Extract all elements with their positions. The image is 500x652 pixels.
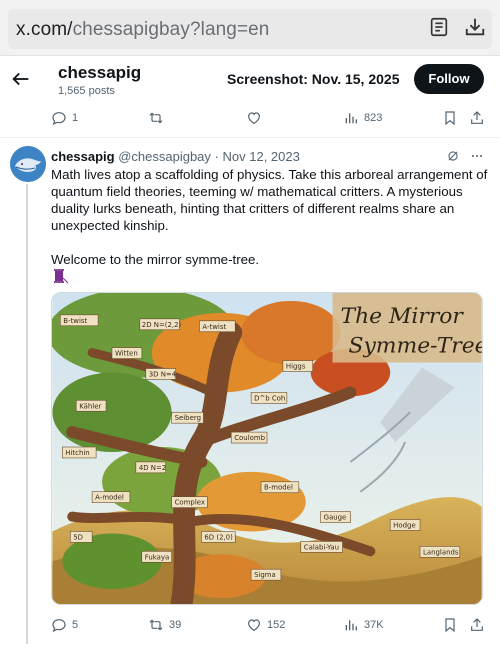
bookmark-icon bbox=[445, 618, 455, 633]
art-label-8: A-model bbox=[95, 494, 124, 502]
art-label-5: 4D N=2 bbox=[139, 464, 166, 472]
art-label-11: Higgs bbox=[286, 363, 306, 371]
download-icon[interactable] bbox=[464, 16, 486, 38]
art-label-10: Coulomb bbox=[234, 434, 265, 442]
author-name[interactable]: chessapig bbox=[51, 149, 115, 164]
share-button[interactable] bbox=[469, 110, 490, 126]
art-label-7: 6D (2,0) bbox=[204, 533, 233, 541]
url-text[interactable]: x.com/chessapigbay?lang=en bbox=[16, 19, 269, 41]
share-icon bbox=[471, 618, 483, 631]
views-count: 823 bbox=[364, 112, 383, 124]
tweet-header: chessapig @chessapigbay · Nov 12, 2023 bbox=[51, 149, 300, 164]
tweet-text: Math lives atop a scaffolding of physics… bbox=[51, 167, 488, 233]
grok-icon[interactable] bbox=[446, 149, 460, 163]
profile-name: chessapig bbox=[58, 63, 142, 82]
views-chart-icon bbox=[345, 620, 357, 631]
art-label-2: A-twist bbox=[202, 323, 226, 331]
profile-header: chessapig 1,565 posts Screenshot: Nov. 1… bbox=[0, 58, 500, 104]
url-domain: x.com/ bbox=[16, 19, 73, 40]
avatar[interactable] bbox=[10, 146, 46, 182]
art-label-13: Complex bbox=[175, 499, 205, 507]
art-label-9: B-model bbox=[264, 484, 293, 492]
thread-spool-emoji bbox=[54, 269, 69, 284]
art-label-4: 3D N=4 bbox=[149, 370, 177, 378]
art-label-16: Fukaya bbox=[145, 553, 170, 561]
retweet-button[interactable]: 39 bbox=[148, 617, 181, 633]
like-count: 152 bbox=[267, 619, 286, 631]
like-button[interactable]: 152 bbox=[246, 617, 285, 633]
art-label-12: Kähler bbox=[79, 402, 101, 410]
art-label-20: Seiberg bbox=[175, 414, 201, 422]
bookmark-icon bbox=[445, 111, 455, 126]
views-button[interactable]: 823 bbox=[343, 110, 382, 126]
art-label-17: D^b Coh bbox=[254, 394, 285, 402]
meta-separator: · bbox=[214, 149, 219, 164]
reply-count: 5 bbox=[72, 619, 79, 631]
art-label-3: 2D N=(2,2) bbox=[142, 321, 182, 329]
url-path: chessapigbay?lang=en bbox=[72, 19, 270, 40]
art-title-line1: The Mirror bbox=[341, 304, 465, 329]
reply-button[interactable]: 1 bbox=[51, 110, 78, 126]
art-label-1: B-twist bbox=[63, 317, 87, 325]
whale-avatar-icon bbox=[10, 146, 46, 182]
thread-connector-line bbox=[26, 184, 28, 644]
address-field[interactable]: x.com/chessapigbay?lang=en bbox=[8, 9, 492, 49]
like-button[interactable] bbox=[246, 110, 267, 126]
reply-button[interactable]: 5 bbox=[51, 617, 78, 633]
follow-button[interactable]: Follow bbox=[414, 64, 484, 94]
views-button[interactable]: 37K bbox=[343, 617, 384, 633]
tweet-text-second: Welcome to the mirror symme-tree. bbox=[51, 252, 260, 267]
screenshot-stamp: Screenshot: Nov. 15, 2025 bbox=[227, 71, 400, 87]
reply-icon bbox=[52, 112, 66, 126]
tweet-date[interactable]: Nov 12, 2023 bbox=[223, 149, 300, 164]
bookmark-button[interactable] bbox=[442, 617, 463, 633]
art-label-21: Witten bbox=[115, 350, 138, 358]
author-handle[interactable]: @chessapigbay bbox=[118, 149, 211, 164]
retweet-icon bbox=[149, 112, 163, 124]
bookmark-button[interactable] bbox=[442, 110, 463, 126]
share-icon bbox=[471, 111, 483, 124]
tweet-image[interactable]: B-twist A-twist 2D N=(2,2) 3D N=4 4D N=2… bbox=[51, 292, 483, 605]
art-label-19: Hitchin bbox=[65, 449, 89, 457]
back-arrow-icon[interactable] bbox=[10, 68, 32, 90]
heart-icon bbox=[248, 619, 260, 632]
more-options-icon[interactable] bbox=[470, 149, 484, 163]
heart-icon bbox=[248, 112, 260, 125]
art-label-22: Gauge bbox=[324, 514, 347, 522]
tweet-divider bbox=[0, 137, 500, 138]
reply-count: 1 bbox=[72, 112, 79, 124]
retweet-icon bbox=[149, 619, 163, 631]
posts-count: 1,565 posts bbox=[58, 85, 115, 97]
art-label-6: 5D bbox=[73, 533, 83, 541]
retweet-count: 39 bbox=[169, 619, 182, 631]
prev-tweet-actions: 1 823 bbox=[51, 107, 487, 129]
retweet-button[interactable] bbox=[148, 110, 169, 126]
art-label-15: Calabi-Yau bbox=[304, 543, 339, 551]
art-label-14: Hodge bbox=[393, 521, 416, 529]
tweet-header-icons bbox=[446, 149, 484, 163]
art-label-23: Sigma bbox=[254, 571, 276, 579]
art-label-18: Langlands bbox=[423, 548, 459, 556]
reply-icon bbox=[52, 619, 66, 633]
views-count: 37K bbox=[364, 619, 384, 631]
tweet-actions: 5 39 152 37K bbox=[51, 614, 487, 636]
reader-mode-icon[interactable] bbox=[428, 16, 450, 38]
views-chart-icon bbox=[345, 113, 357, 124]
url-bar-icons bbox=[428, 16, 486, 38]
mirror-symme-tree-artwork: B-twist A-twist 2D N=(2,2) 3D N=4 4D N=2… bbox=[52, 293, 482, 604]
art-title-line2: Symme-Tree bbox=[348, 334, 482, 359]
browser-url-bar: x.com/chessapigbay?lang=en bbox=[0, 0, 500, 56]
share-button[interactable] bbox=[469, 617, 490, 633]
